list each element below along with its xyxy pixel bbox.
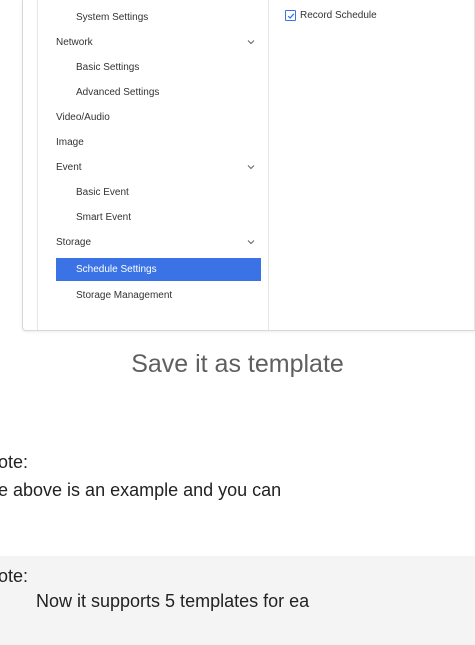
- sidebar-item-label: Schedule Settings: [76, 264, 157, 275]
- sidebar-item-basic-event[interactable]: Basic Event: [38, 180, 268, 205]
- record-schedule-checkbox[interactable]: Record Schedule: [285, 10, 377, 21]
- sidebar-item-label: Image: [56, 137, 84, 148]
- sidebar-item-label: Network: [56, 37, 93, 48]
- settings-content: Record Schedule: [268, 0, 475, 330]
- note-box: ote: Now it supports 5 templates for ea: [0, 556, 475, 645]
- sidebar-item-label: Storage Management: [76, 290, 173, 301]
- sidebar-item-label: Basic Settings: [76, 62, 140, 73]
- sidebar-item-event[interactable]: Event: [38, 155, 268, 180]
- figure-caption: Save it as template: [131, 350, 344, 378]
- sidebar-item-basic-settings[interactable]: Basic Settings: [38, 55, 268, 80]
- sidebar-item-label: Advanced Settings: [76, 87, 160, 98]
- chevron-down-icon[interactable]: [246, 237, 256, 247]
- record-schedule-label: Record Schedule: [300, 10, 377, 21]
- note-label: ote:: [0, 452, 29, 472]
- sidebar-item-storage-management[interactable]: Storage Management: [38, 283, 268, 308]
- note-label: ote:: [0, 566, 29, 586]
- note-text: e above is an example and you can: [0, 480, 282, 500]
- checkmark-icon: [287, 12, 294, 19]
- sidebar-item-label: Basic Event: [76, 187, 129, 198]
- sidebar-item-smart-event[interactable]: Smart Event: [38, 205, 268, 230]
- sidebar-item-system-settings[interactable]: System Settings: [38, 5, 268, 30]
- sidebar-item-advanced-settings[interactable]: Advanced Settings: [38, 80, 268, 105]
- sidebar-item-label: System Settings: [76, 12, 149, 23]
- chevron-down-icon[interactable]: [246, 37, 256, 47]
- sidebar-item-label: Storage: [56, 237, 92, 248]
- checkbox-checked-icon[interactable]: [285, 10, 296, 21]
- sidebar-item-storage[interactable]: Storage: [38, 230, 268, 255]
- sidebar-item-schedule-settings[interactable]: Schedule Settings: [56, 258, 261, 281]
- sidebar-item-video-audio[interactable]: Video/Audio: [38, 105, 268, 130]
- sidebar-item-label: Smart Event: [76, 212, 132, 223]
- sidebar-item-label: Event: [56, 162, 82, 173]
- sidebar-item-image[interactable]: Image: [38, 130, 268, 155]
- sidebar-item-network[interactable]: Network: [38, 30, 268, 55]
- screenshot-panel: System Settings Network Basic Settings A…: [22, 0, 475, 331]
- note-text: Now it supports 5 templates for ea: [36, 591, 310, 611]
- chevron-down-icon[interactable]: [246, 162, 256, 172]
- sidebar-nav: System Settings Network Basic Settings A…: [37, 0, 269, 330]
- sidebar-item-label: Video/Audio: [56, 112, 110, 123]
